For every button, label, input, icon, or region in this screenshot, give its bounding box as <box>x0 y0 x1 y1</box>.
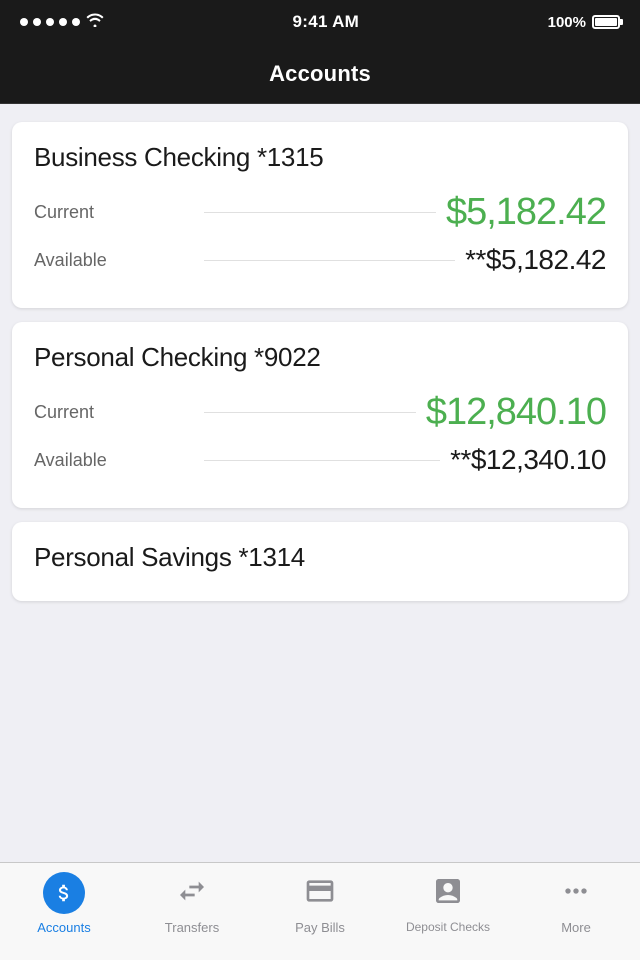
current-label-business: Current <box>34 202 194 223</box>
status-time: 9:41 AM <box>292 12 359 32</box>
available-label-personal: Available <box>34 450 194 471</box>
current-amount-business: $5,182.42 <box>446 191 606 234</box>
pay-bills-tab-label: Pay Bills <box>295 920 345 936</box>
battery-icon <box>592 15 620 29</box>
divider-personal-available <box>204 460 440 461</box>
account-card-personal-checking[interactable]: Personal Checking *9022 Current $12,840.… <box>12 322 628 508</box>
current-balance-row-personal: Current $12,840.10 <box>34 391 606 434</box>
accounts-tab-label: Accounts <box>37 920 90 936</box>
divider-personal-current <box>204 412 416 413</box>
battery-percent: 100% <box>548 14 586 31</box>
signal-dot-5 <box>72 18 80 26</box>
tab-bar: Accounts Transfers Pay Bills <box>0 862 640 960</box>
tab-transfers[interactable]: Transfers <box>128 871 256 936</box>
more-tab-icon-wrapper <box>554 871 598 915</box>
deposit-checks-tab-label: Deposit Checks <box>406 920 490 934</box>
available-balance-row-personal: Available **$12,340.10 <box>34 444 606 476</box>
tab-accounts[interactable]: Accounts <box>0 871 128 936</box>
signal-dot-1 <box>20 18 28 26</box>
available-label-business: Available <box>34 250 194 271</box>
transfers-tab-label: Transfers <box>165 920 219 936</box>
accounts-list: Business Checking *1315 Current $5,182.4… <box>0 104 640 862</box>
signal-dot-3 <box>46 18 54 26</box>
deposit-checks-tab-icon-wrapper <box>426 871 470 915</box>
more-tab-label: More <box>561 920 591 936</box>
transfers-icon <box>176 875 208 912</box>
more-icon <box>560 875 592 912</box>
account-card-business-checking[interactable]: Business Checking *1315 Current $5,182.4… <box>12 122 628 308</box>
accounts-tab-icon-circle <box>43 872 85 914</box>
deposit-checks-icon <box>432 875 464 912</box>
nav-title: Accounts <box>269 61 371 87</box>
wifi-icon <box>86 13 104 32</box>
divider-business-current <box>204 212 436 213</box>
nav-bar: Accounts <box>0 44 640 104</box>
dollar-sign-icon <box>53 882 75 904</box>
accounts-tab-icon-wrapper <box>42 871 86 915</box>
current-balance-row-business: Current $5,182.42 <box>34 191 606 234</box>
pay-bills-icon <box>304 875 336 912</box>
current-amount-personal: $12,840.10 <box>426 391 606 434</box>
account-name-business: Business Checking *1315 <box>34 142 606 173</box>
signal-dot-4 <box>59 18 67 26</box>
available-balance-row-business: Available **$5,182.42 <box>34 244 606 276</box>
status-bar-left <box>20 13 104 32</box>
account-name-personal-savings: Personal Savings *1314 <box>34 542 606 573</box>
tab-deposit-checks[interactable]: Deposit Checks <box>384 871 512 934</box>
signal-dot-2 <box>33 18 41 26</box>
pay-bills-tab-icon-wrapper <box>298 871 342 915</box>
account-name-personal-checking: Personal Checking *9022 <box>34 342 606 373</box>
signal-dots <box>20 18 80 26</box>
current-label-personal: Current <box>34 402 194 423</box>
available-amount-business: **$5,182.42 <box>465 244 606 276</box>
transfers-tab-icon-wrapper <box>170 871 214 915</box>
account-card-personal-savings[interactable]: Personal Savings *1314 <box>12 522 628 601</box>
tab-pay-bills[interactable]: Pay Bills <box>256 871 384 936</box>
tab-more[interactable]: More <box>512 871 640 936</box>
available-amount-personal: **$12,340.10 <box>450 444 606 476</box>
divider-business-available <box>204 260 455 261</box>
status-bar-right: 100% <box>548 14 620 31</box>
status-bar: 9:41 AM 100% <box>0 0 640 44</box>
